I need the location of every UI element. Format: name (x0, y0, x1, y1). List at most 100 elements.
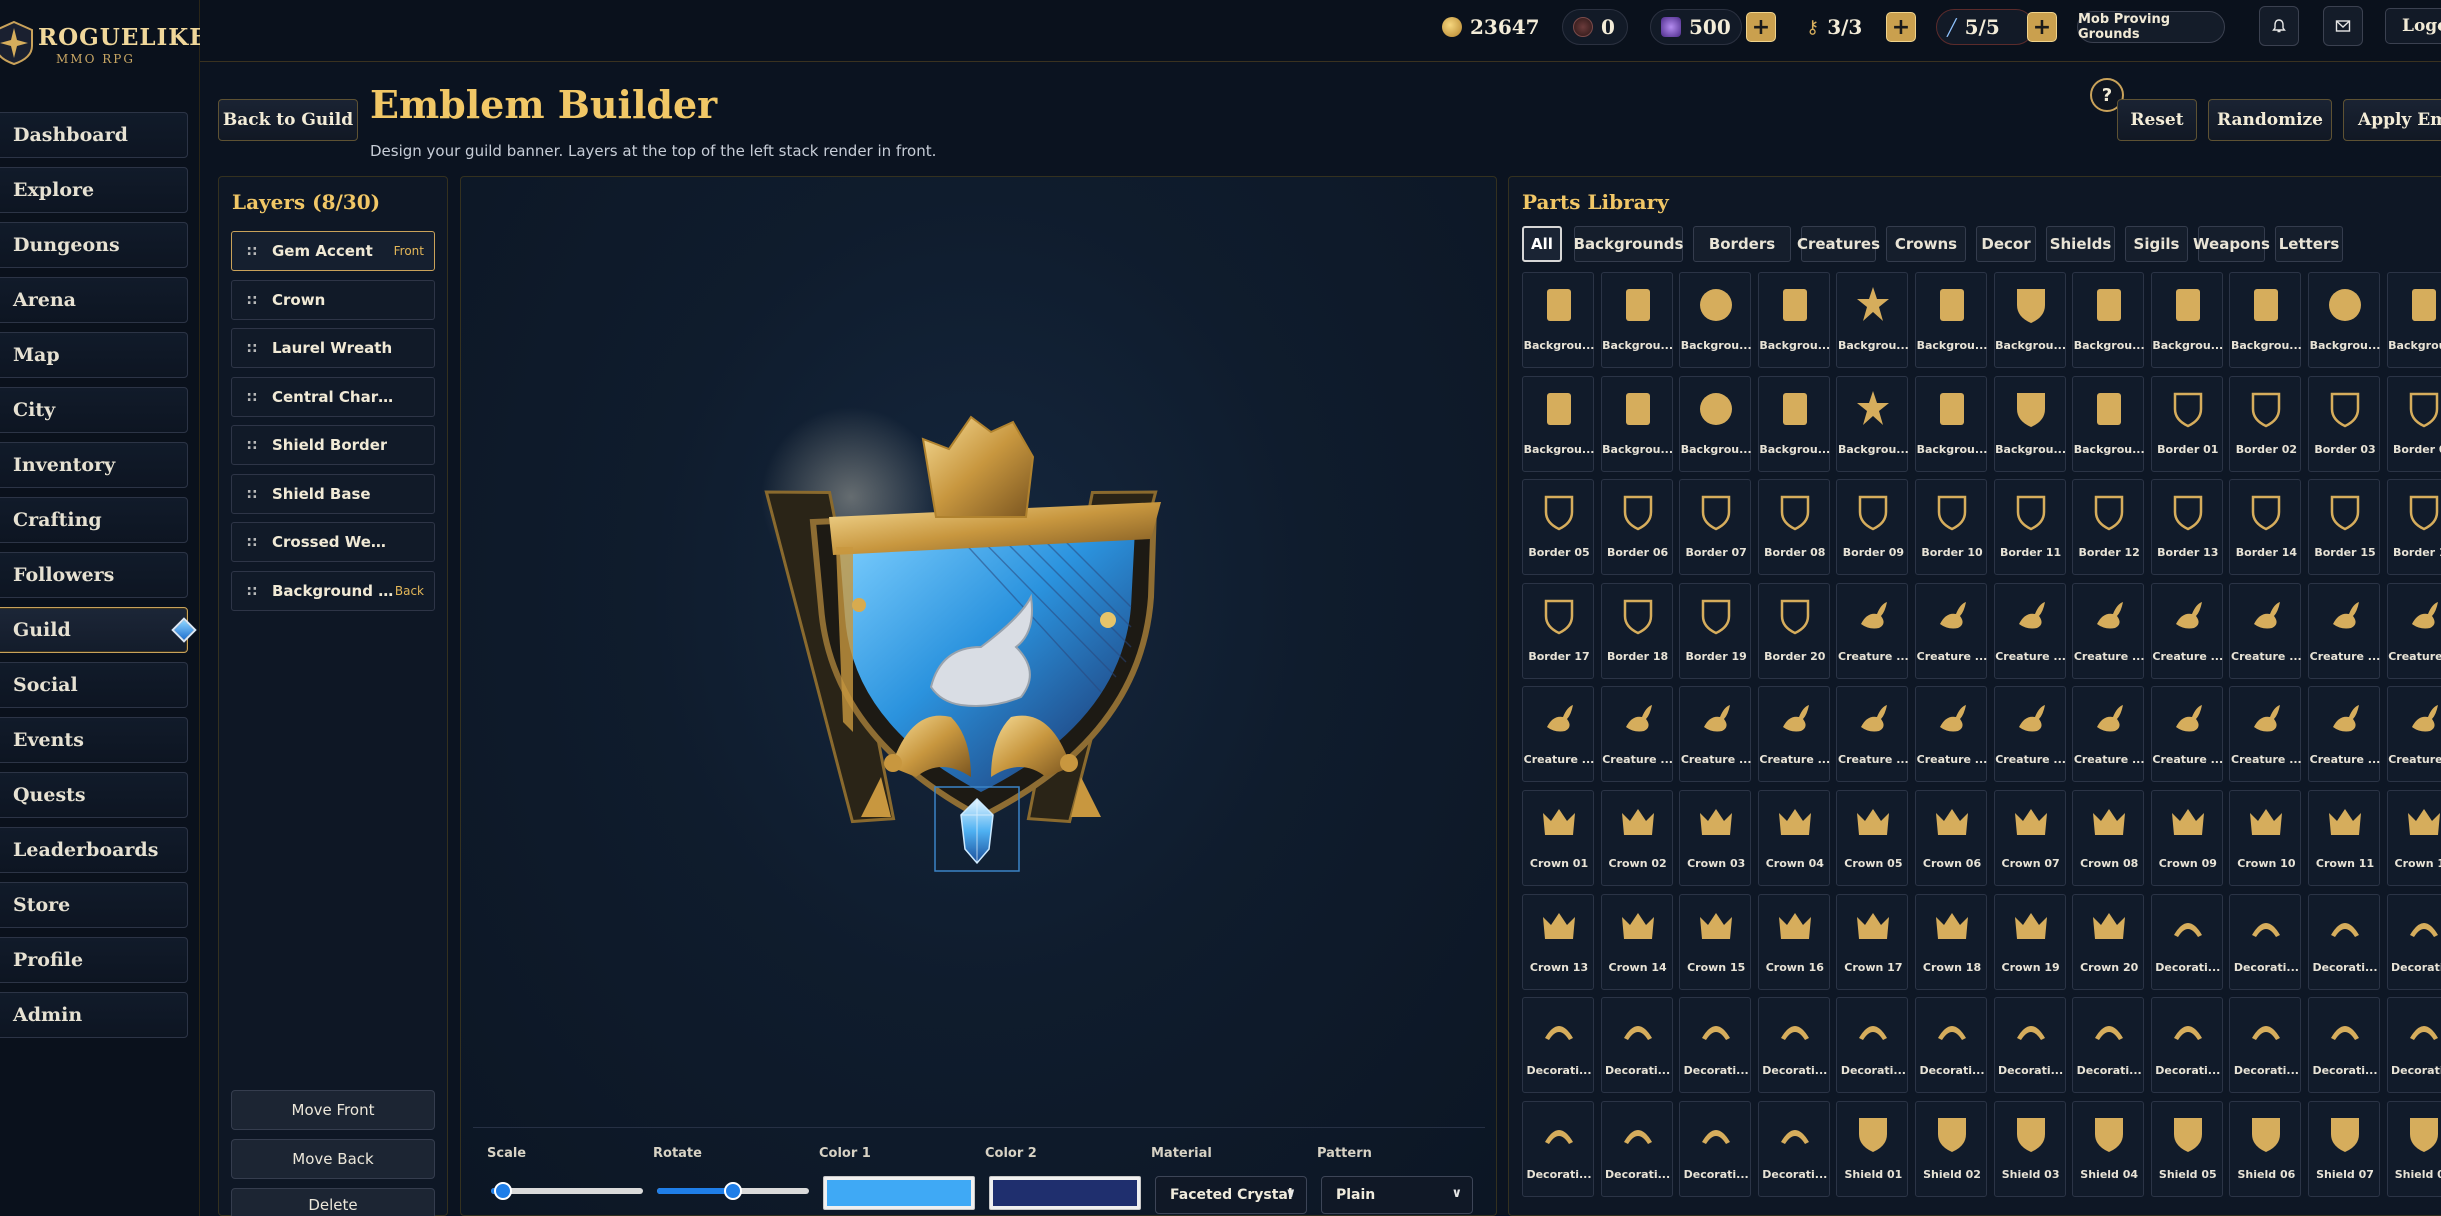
part-tile[interactable]: Creature ... (2229, 582, 2302, 679)
part-tile[interactable]: Shield 04 (2072, 1100, 2145, 1197)
layer-item[interactable]: :: Crown (231, 279, 435, 320)
add-gems-button[interactable]: + (1746, 12, 1776, 42)
move-back-button[interactable]: Move Back (231, 1139, 435, 1179)
add-energy-button[interactable]: + (2027, 12, 2057, 42)
part-tile[interactable]: Creature ... (1915, 582, 1987, 679)
part-tile[interactable]: Creature ... (1836, 686, 1909, 783)
randomize-button[interactable]: Randomize (2208, 99, 2332, 141)
part-tile[interactable]: Decorati... (1757, 997, 1830, 1094)
part-tile[interactable]: Border 18 (1600, 582, 1673, 679)
drag-handle-icon[interactable]: :: (232, 292, 272, 308)
logout-button[interactable]: Logout (2385, 8, 2441, 44)
part-tile[interactable]: Crown 13 (1522, 893, 1594, 990)
part-tile[interactable]: Backgrou... (2386, 272, 2441, 368)
part-tile[interactable]: Crown 17 (1836, 893, 1909, 990)
part-tile[interactable]: Crown 08 (2072, 790, 2145, 886)
filter-chip-shields[interactable]: Shields (2046, 226, 2115, 262)
drag-handle-icon[interactable]: :: (232, 340, 272, 356)
part-tile[interactable]: Backgrou... (2150, 272, 2223, 368)
pattern-select[interactable]: Plain ∨ (1321, 1176, 1473, 1214)
part-tile[interactable]: Backgrou... (1679, 272, 1752, 368)
part-tile[interactable]: Backgrou... (1836, 375, 1909, 472)
part-tile[interactable]: Crown 05 (1836, 790, 1909, 886)
part-tile[interactable]: Decorati... (1600, 997, 1673, 1094)
part-tile[interactable]: Crown 03 (1679, 790, 1752, 886)
filter-chip-borders[interactable]: Borders (1693, 226, 1791, 262)
filter-chip-creatures[interactable]: Creatures (1797, 226, 1880, 262)
layer-item[interactable]: :: Laurel Wreath (231, 328, 435, 368)
emblem-preview[interactable] (461, 177, 1497, 977)
part-tile[interactable]: Creature ... (1679, 686, 1752, 783)
filter-chip-sigils[interactable]: Sigils (2125, 226, 2188, 262)
part-tile[interactable]: Border 16 (2386, 479, 2441, 576)
move-front-button[interactable]: Move Front (231, 1090, 435, 1130)
color1-picker[interactable] (823, 1176, 975, 1210)
part-tile[interactable]: Creature ... (2072, 582, 2145, 679)
part-tile[interactable]: Border 17 (1522, 582, 1594, 679)
part-tile[interactable]: Backgrou... (1600, 375, 1673, 472)
part-tile[interactable]: Shield 06 (2229, 1100, 2302, 1197)
part-tile[interactable]: Decorati... (1600, 1100, 1673, 1197)
sidebar-item-crafting[interactable]: Crafting (0, 497, 188, 543)
part-tile[interactable]: Backgrou... (1757, 272, 1830, 368)
part-tile[interactable]: Crown 20 (2072, 893, 2145, 990)
sidebar-item-leaderboards[interactable]: Leaderboards (0, 827, 188, 873)
layer-item[interactable]: :: Shield Base (231, 473, 435, 514)
part-tile[interactable]: Shield 05 (2150, 1100, 2223, 1197)
messages-button[interactable] (2323, 6, 2363, 46)
part-tile[interactable]: Border 19 (1679, 582, 1752, 679)
filter-chip-letters[interactable]: Letters (2275, 226, 2343, 262)
part-tile[interactable]: Crown 18 (1915, 893, 1987, 990)
sidebar-item-inventory[interactable]: Inventory (0, 442, 188, 488)
part-tile[interactable]: Creature ... (2150, 582, 2223, 679)
sidebar-item-map[interactable]: Map (0, 332, 188, 378)
part-tile[interactable]: Crown 15 (1679, 893, 1752, 990)
part-tile[interactable]: Crown 09 (2150, 790, 2223, 886)
part-tile[interactable]: Decorati... (1836, 997, 1909, 1094)
sidebar-item-explore[interactable]: Explore (0, 167, 188, 213)
filter-chip-all[interactable]: All (1522, 226, 1562, 262)
part-tile[interactable]: Creature ... (1522, 686, 1594, 783)
part-tile[interactable]: Backgrou... (2072, 375, 2145, 472)
color2-picker[interactable] (989, 1176, 1141, 1210)
part-tile[interactable]: Decorati... (1915, 997, 1987, 1094)
part-tile[interactable]: Border 13 (2150, 479, 2223, 576)
sidebar-item-quests[interactable]: Quests (0, 772, 188, 818)
part-tile[interactable]: Backgrou... (2308, 272, 2380, 368)
part-tile[interactable]: Border 11 (1993, 479, 2066, 576)
material-select[interactable]: Faceted Crystal ∨ (1155, 1176, 1307, 1214)
part-tile[interactable]: Creature ... (1757, 686, 1830, 783)
part-tile[interactable]: Creature ... (2072, 686, 2145, 783)
drag-handle-icon[interactable]: :: (232, 243, 272, 259)
emblem-canvas[interactable]: Scale Rotate Color 1 Color 2 Material Fa… (460, 176, 1497, 1216)
part-tile[interactable]: Backgrou... (1600, 272, 1673, 368)
layer-item[interactable]: ::Crossed Weapons (231, 522, 435, 562)
part-tile[interactable]: Backgrou... (1915, 375, 1987, 472)
part-tile[interactable]: Backgrou... (2229, 272, 2302, 368)
part-tile[interactable]: Creature ... (2150, 686, 2223, 783)
sidebar-item-city[interactable]: City (0, 387, 188, 433)
filter-chip-decor[interactable]: Decor (1976, 226, 2036, 262)
part-tile[interactable]: Creature ... (2308, 686, 2380, 783)
filter-chip-weapons[interactable]: Weapons (2193, 226, 2270, 262)
part-tile[interactable]: Border 03 (2308, 375, 2380, 472)
part-tile[interactable]: Decorati... (2150, 893, 2223, 990)
sidebar-item-store[interactable]: Store (0, 882, 188, 928)
filter-chip-backgrounds[interactable]: Backgrounds (1574, 226, 1683, 262)
part-tile[interactable]: Creature ... (2308, 582, 2380, 679)
part-tile[interactable]: Crown 14 (1600, 893, 1673, 990)
part-tile[interactable]: Decorati... (1993, 997, 2066, 1094)
part-tile[interactable]: Border 04 (2386, 375, 2441, 472)
part-tile[interactable]: Border 07 (1679, 479, 1752, 576)
part-tile[interactable]: Shield 01 (1836, 1100, 1909, 1197)
part-tile[interactable]: Decorati... (2308, 893, 2380, 990)
drag-handle-icon[interactable]: :: (232, 486, 272, 502)
part-tile[interactable]: Backgrou... (1993, 272, 2066, 368)
part-tile[interactable]: Creature ... (1915, 686, 1987, 783)
rotate-slider-thumb[interactable] (724, 1182, 742, 1200)
notifications-button[interactable] (2259, 6, 2299, 46)
part-tile[interactable]: Decorati... (2386, 893, 2441, 990)
part-tile[interactable]: Border 01 (2150, 375, 2223, 472)
part-tile[interactable]: Border 20 (1757, 582, 1830, 679)
part-tile[interactable]: Border 08 (1757, 479, 1830, 576)
